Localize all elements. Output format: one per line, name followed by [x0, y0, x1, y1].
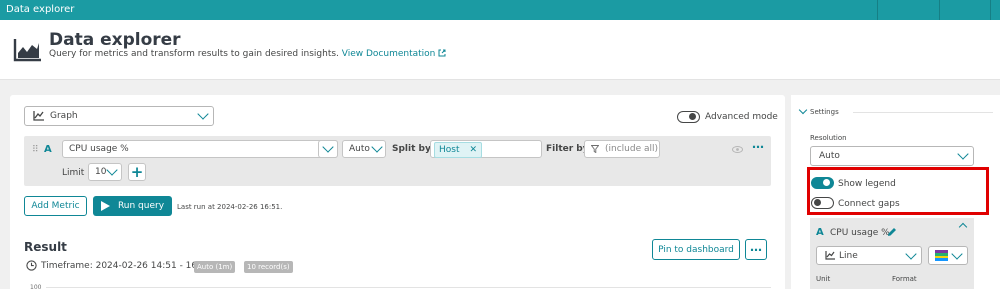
run-query-label: Run query — [117, 201, 165, 211]
resolution-value: Auto — [819, 151, 840, 161]
chevron-down-icon — [905, 247, 917, 260]
metric-value: CPU usage % — [69, 144, 129, 154]
clock-icon — [26, 260, 37, 271]
chevron-down-icon — [322, 141, 334, 153]
more-options-icon[interactable]: ⋯ — [752, 140, 764, 154]
page-header: Data explorer Query for metrics and tran… — [0, 20, 1000, 80]
result-title: Result — [24, 240, 67, 254]
play-icon — [100, 201, 110, 211]
settings-divider — [853, 112, 993, 113]
more-options-icon: ⋯ — [750, 242, 762, 257]
visualization-value: Graph — [50, 111, 78, 121]
color-palette-select[interactable] — [928, 246, 968, 265]
chevron-down-icon — [957, 148, 969, 160]
aggregation-value: Auto — [349, 144, 370, 154]
limit-select[interactable]: 10 — [88, 163, 122, 181]
line-chart-icon — [825, 251, 835, 260]
records-badge: 10 record(s) — [244, 261, 293, 273]
pin-to-dashboard-button[interactable]: Pin to dashboard — [652, 239, 740, 260]
filter-placeholder: (include all) — [605, 144, 659, 154]
subtitle-text: Query for metrics and transform results … — [49, 49, 339, 59]
chart-gridline — [46, 287, 771, 288]
pencil-icon[interactable] — [887, 227, 897, 237]
query-letter: A — [44, 144, 52, 155]
series-settings-card: A CPU usage % Line Unit Format — [810, 218, 974, 289]
split-by-chip[interactable]: Host ✕ — [434, 142, 483, 158]
auto-resolution-badge: Auto (1m) — [194, 261, 236, 273]
app-title: Data explorer — [6, 4, 75, 15]
palette-swatch-icon — [935, 250, 948, 261]
topbar-divider — [939, 0, 940, 20]
palette-color — [935, 258, 948, 261]
remove-chip-icon[interactable]: ✕ — [470, 145, 478, 155]
topbar-divider — [990, 0, 991, 20]
split-by-chip-label: Host — [439, 145, 460, 155]
add-metric-label: Add Metric — [31, 201, 80, 211]
data-explorer-logo-icon — [13, 39, 41, 62]
chevron-down-icon — [951, 247, 963, 260]
plus-icon: + — [130, 163, 144, 181]
series-letter: A — [816, 227, 824, 238]
resolution-label: Resolution — [810, 134, 847, 142]
result-more-button[interactable]: ⋯ — [745, 239, 767, 260]
topbar-divider — [877, 0, 878, 20]
add-metric-button[interactable]: Add Metric — [24, 196, 87, 216]
chevron-down-icon — [197, 108, 209, 120]
eye-icon[interactable] — [732, 146, 743, 153]
chevron-down-icon[interactable] — [798, 105, 808, 115]
limit-value: 10 — [95, 167, 107, 177]
page-subtitle: Query for metrics and transform results … — [49, 49, 446, 59]
highlight-box — [807, 167, 989, 215]
toggle-knob — [689, 113, 696, 120]
chevron-down-icon — [106, 164, 118, 176]
advanced-mode-toggle[interactable] — [677, 111, 700, 123]
line-chart-icon — [33, 111, 44, 121]
resolution-select[interactable]: Auto — [810, 146, 974, 166]
metric-select[interactable]: CPU usage % — [62, 140, 338, 158]
add-limit-button[interactable]: + — [128, 163, 146, 181]
doc-link-label: View Documentation — [341, 49, 436, 59]
metric-dropdown-button[interactable] — [318, 140, 338, 158]
settings-title: Settings — [810, 108, 839, 116]
split-by-label: Split by — [392, 144, 431, 154]
filter-icon — [591, 145, 599, 153]
aggregation-select[interactable]: Auto — [342, 140, 386, 158]
last-run-text: Last run at 2024-02-26 16:51. — [177, 203, 283, 211]
advanced-mode-label: Advanced mode — [705, 112, 778, 122]
page-title: Data explorer — [49, 30, 181, 50]
drag-handle-icon[interactable]: ⠿ — [32, 145, 40, 155]
query-panel: Graph Advanced mode ⠿ A CPU usage % Auto… — [10, 95, 785, 289]
pin-to-dashboard-label: Pin to dashboard — [658, 244, 734, 255]
visualization-select[interactable]: Graph — [24, 106, 214, 126]
line-type-value: Line — [839, 250, 858, 261]
line-type-select[interactable]: Line — [816, 246, 922, 265]
timeframe-text: Timeframe: 2024-02-26 14:51 - 16:51 — [41, 261, 212, 271]
unit-label: Unit — [816, 275, 831, 283]
chevron-down-icon — [371, 141, 383, 153]
limit-label: Limit — [62, 168, 85, 178]
query-row: ⠿ A CPU usage % Auto Split by Host ✕ Filt… — [24, 136, 771, 186]
chart-y-tick: 100 — [30, 284, 42, 289]
format-label: Format — [892, 275, 917, 283]
chevron-up-icon[interactable] — [958, 222, 968, 232]
external-link-icon — [438, 49, 446, 57]
filter-input[interactable]: (include all) — [584, 140, 660, 158]
filter-by-label: Filter by — [546, 144, 589, 154]
top-bar: Data explorer — [0, 0, 1000, 20]
series-name: CPU usage % — [830, 228, 890, 238]
run-query-button[interactable]: Run query — [93, 196, 172, 216]
view-documentation-link[interactable]: View Documentation — [342, 49, 446, 59]
